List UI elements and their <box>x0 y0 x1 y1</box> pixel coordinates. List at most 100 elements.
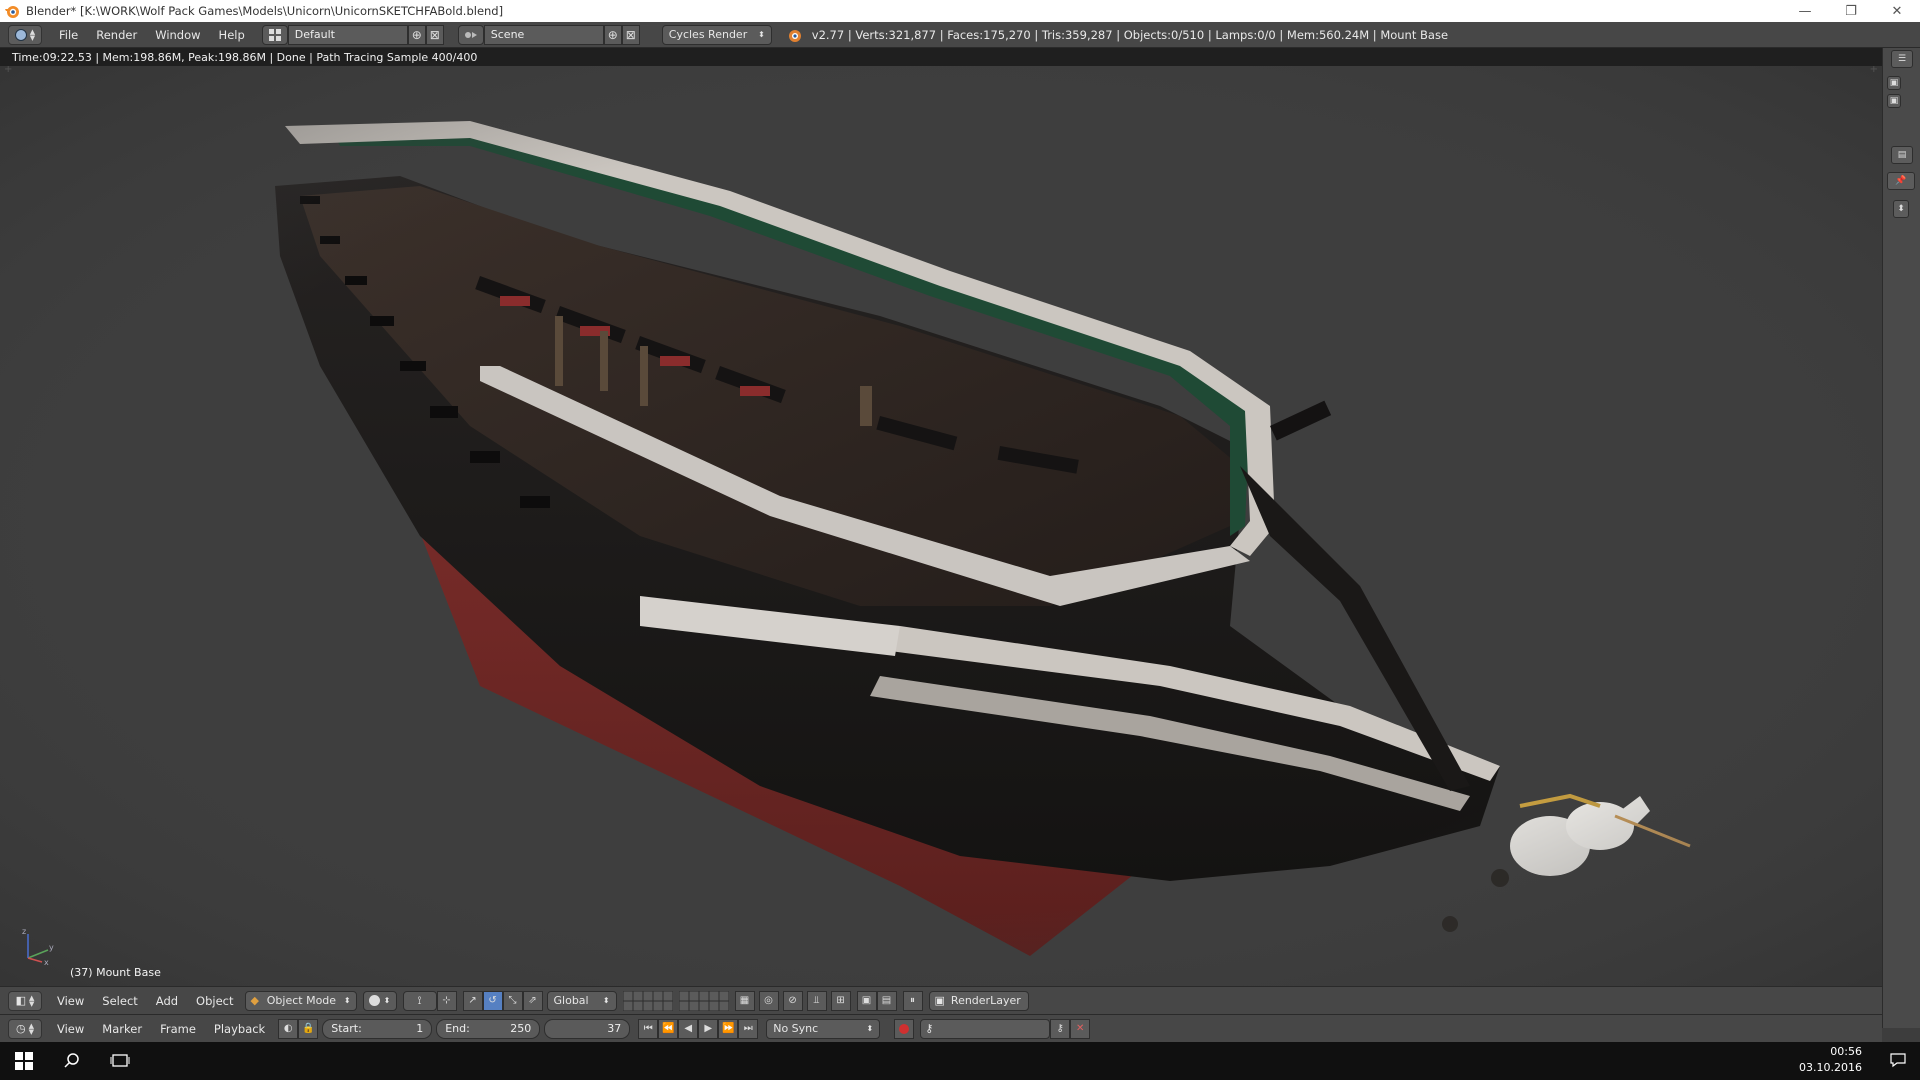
delete-screen-button[interactable]: ⊠ <box>425 24 444 45</box>
use-preview-range-button[interactable]: ◐ <box>278 1018 299 1039</box>
opengl-render-image-button[interactable]: ▣ <box>856 990 877 1011</box>
properties-editor-button[interactable]: ▤ <box>1891 146 1913 164</box>
scroll-arrows[interactable]: ⬍ <box>1893 200 1909 218</box>
menu-marker[interactable]: Marker <box>93 1022 151 1036</box>
pause-render-button[interactable]: ⏸ <box>902 990 923 1011</box>
render-engine-dropdown[interactable]: Cycles Render ⬍ <box>661 24 772 45</box>
auto-keyframe-button[interactable] <box>894 1018 915 1039</box>
viewport-shading-dropdown[interactable]: ⬍ <box>362 990 397 1011</box>
window-title: Blender* [K:\WORK\Wolf Pack Games\Models… <box>26 4 504 18</box>
view3d-editor-type-button[interactable]: ◧ ▲ ▼ <box>8 990 42 1011</box>
menu-frame[interactable]: Frame <box>151 1022 205 1036</box>
scene-browse-button[interactable] <box>457 24 484 45</box>
rotate-manipulator-button[interactable]: ↺ <box>482 990 503 1011</box>
menu-window[interactable]: Window <box>146 28 209 42</box>
menu-help[interactable]: Help <box>210 28 254 42</box>
chevron-updown-icon: ⬍ <box>758 30 765 39</box>
blender-logo-icon <box>5 6 19 18</box>
lock-icon: 🔒 <box>301 1023 315 1034</box>
clock-date: 03.10.2016 <box>1799 1061 1862 1074</box>
timeline-editor-type-button[interactable]: ◷ ▲ ▼ <box>8 1018 42 1039</box>
menu-view[interactable]: View <box>48 994 93 1008</box>
menu-select[interactable]: Select <box>93 994 146 1008</box>
film-icon: ▤ <box>881 995 892 1006</box>
pin-button[interactable]: 📌 <box>1887 172 1915 190</box>
info-editor-type-button[interactable]: ▲ ▼ <box>8 24 42 45</box>
manipulator-icon: ⊹ <box>442 995 451 1006</box>
view-layer-toggle[interactable]: ▣ <box>1887 76 1901 90</box>
menu-view[interactable]: View <box>48 1022 93 1036</box>
system-clock[interactable]: 00:56 03.10.2016 <box>1799 1044 1862 1076</box>
insert-keyframe-button[interactable]: ⚷ <box>1050 1018 1071 1039</box>
outliner-editor-button[interactable]: ☰ <box>1891 50 1913 68</box>
delete-scene-button[interactable]: ⊠ <box>621 24 640 45</box>
render-layer-toggle[interactable]: ▣ <box>1887 94 1901 108</box>
start-button[interactable] <box>0 1042 48 1080</box>
camera-icon: ▣ <box>861 995 872 1006</box>
jump-to-end-button[interactable]: ⏭ <box>738 1018 759 1039</box>
start-frame-label: Start: <box>331 1022 362 1035</box>
menu-object[interactable]: Object <box>187 994 242 1008</box>
action-center-button[interactable] <box>1890 1052 1906 1071</box>
sync-mode-dropdown[interactable]: No Sync ⬍ <box>766 1018 881 1039</box>
layers-grid-icon <box>678 990 729 1011</box>
close-button[interactable]: ✕ <box>1874 0 1920 22</box>
scene-field[interactable]: Scene <box>483 24 604 45</box>
opengl-render-anim-button[interactable]: ▤ <box>876 990 897 1011</box>
object-mode-dropdown[interactable]: ◆ Object Mode ⬍ <box>244 990 357 1011</box>
add-screen-button[interactable]: ⊕ <box>407 24 426 45</box>
current-frame-field[interactable]: 37 <box>544 1018 631 1039</box>
snap-target-button[interactable]: ⊞ <box>830 990 851 1011</box>
keying-set-field[interactable]: ⚷ <box>920 1018 1051 1039</box>
manipulator-toggle[interactable]: ⊹ <box>436 990 457 1011</box>
minimize-button[interactable]: — <box>1782 0 1828 22</box>
delete-keyframe-button[interactable]: ✕ <box>1070 1018 1091 1039</box>
orientation-label: Global <box>553 994 589 1007</box>
restore-button[interactable]: ❐ <box>1828 0 1874 22</box>
transform-arrow-button[interactable]: ⇗ <box>522 990 543 1011</box>
pivot-point-dropdown[interactable]: ⟟ <box>402 990 437 1011</box>
play-reverse-button[interactable]: ◀ <box>678 1018 699 1039</box>
screen-layout-browse-button[interactable] <box>261 24 288 45</box>
menu-render[interactable]: Render <box>87 28 146 42</box>
properties-icon: ▤ <box>1897 150 1907 160</box>
3d-viewport[interactable]: + + <box>0 66 1882 986</box>
start-frame-value: 1 <box>416 1022 424 1035</box>
search-button[interactable] <box>48 1042 96 1080</box>
menu-playback[interactable]: Playback <box>205 1022 274 1036</box>
start-frame-field[interactable]: Start: 1 <box>322 1018 433 1039</box>
screen-layout-field[interactable]: Default <box>287 24 408 45</box>
magnet-icon: ⊘ <box>788 995 797 1006</box>
mode-label: Object Mode <box>266 994 337 1007</box>
pivot-icon: ⟟ <box>417 993 422 1007</box>
scene-layers-grid-1[interactable] <box>622 990 673 1011</box>
jump-to-start-button[interactable]: ⏮ <box>638 1018 659 1039</box>
lock-layers-button[interactable]: ▦ <box>734 990 755 1011</box>
updown-arrows-icon: ▲ ▼ <box>29 993 35 1008</box>
play-button[interactable]: ▶ <box>698 1018 719 1039</box>
proportional-edit-button[interactable]: ◎ <box>758 990 779 1011</box>
jump-to-keyframe-prev-button[interactable]: ⏪ <box>658 1018 679 1039</box>
translate-manipulator-button[interactable]: ↗ <box>462 990 483 1011</box>
lock-time-button[interactable]: 🔒 <box>298 1018 319 1039</box>
task-view-icon <box>110 1054 130 1067</box>
menu-add[interactable]: Add <box>147 994 187 1008</box>
render-layer-dropdown[interactable]: ▣ RenderLayer <box>928 990 1029 1011</box>
next-keyframe-icon: ⏩ <box>721 1023 735 1034</box>
scene-layers-grid-2[interactable] <box>678 990 729 1011</box>
snap-toggle-button[interactable]: ⊘ <box>782 990 803 1011</box>
end-frame-field[interactable]: End: 250 <box>436 1018 541 1039</box>
add-scene-button[interactable]: ⊕ <box>603 24 622 45</box>
active-object-label: (37) Mount Base <box>70 966 161 979</box>
jump-to-keyframe-next-button[interactable]: ⏩ <box>718 1018 739 1039</box>
shading-sphere-icon <box>368 995 380 1006</box>
notification-icon <box>1890 1053 1906 1068</box>
camera-icon: ▣ <box>1889 96 1899 106</box>
menu-file[interactable]: File <box>50 28 87 42</box>
scale-manipulator-button[interactable]: ⤡ <box>502 990 523 1011</box>
transform-orientation-dropdown[interactable]: Global ⬍ <box>546 990 617 1011</box>
task-view-button[interactable] <box>96 1042 144 1080</box>
snap-element-dropdown[interactable]: ⫫ <box>806 990 827 1011</box>
outliner-icon: ☰ <box>1897 54 1907 64</box>
clock-icon: ◷ <box>16 1022 26 1035</box>
